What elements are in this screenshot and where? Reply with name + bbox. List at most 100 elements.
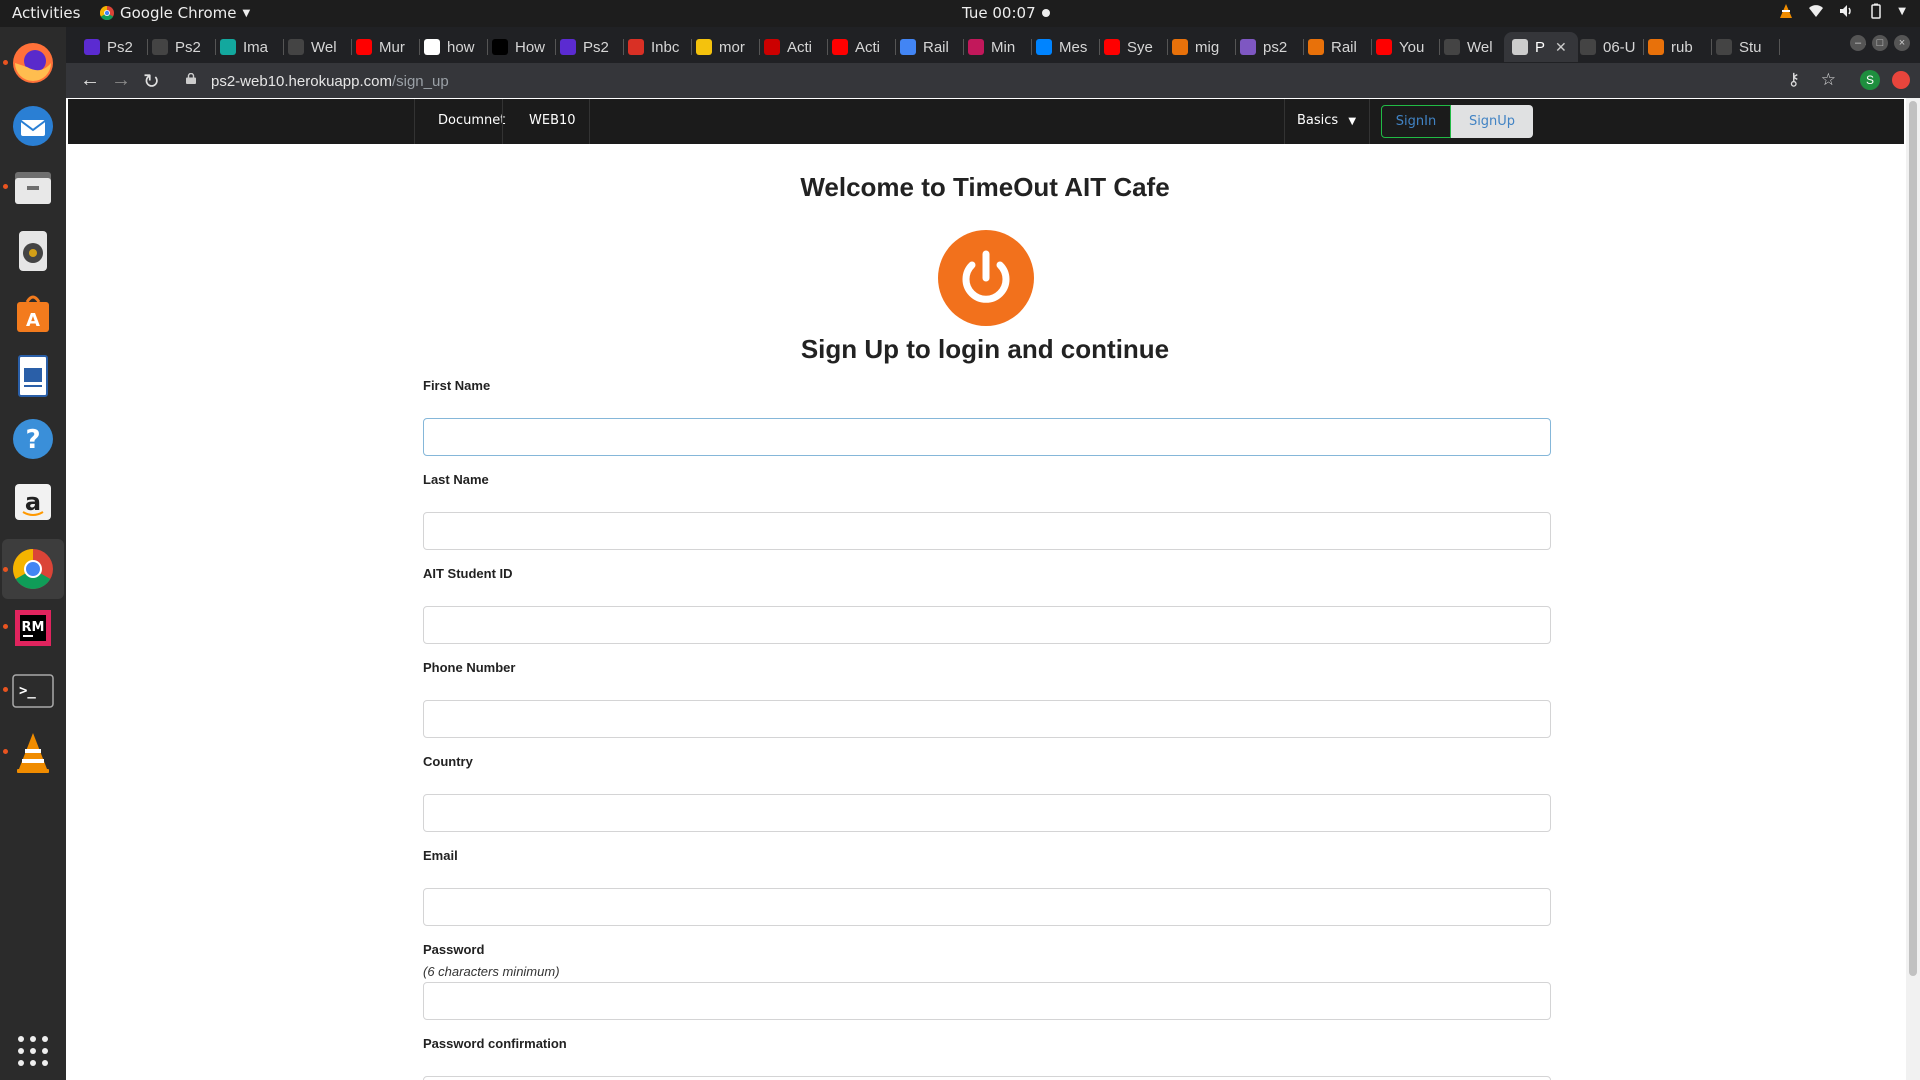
show-applications-icon[interactable]: [9, 1027, 57, 1075]
app-menu[interactable]: Google Chrome ▼: [100, 4, 250, 22]
nav-link-documnet[interactable]: Documnet: [438, 113, 505, 128]
browser-tab[interactable]: Rail: [892, 32, 964, 62]
writer-icon[interactable]: [9, 352, 57, 400]
minimize-icon[interactable]: –: [1850, 35, 1866, 51]
vlc-icon[interactable]: [9, 729, 57, 777]
browser-tab[interactable]: rub: [1640, 32, 1712, 62]
tab-label: mor: [719, 38, 745, 56]
basics-dropdown[interactable]: Basics ▼: [1297, 113, 1356, 128]
browser-tab[interactable]: Ps2: [144, 32, 216, 62]
dock: A ? a RM >_: [0, 27, 66, 1080]
browser-tab[interactable]: Sye: [1096, 32, 1168, 62]
browser-tab[interactable]: Wel: [280, 32, 352, 62]
signup-button[interactable]: SignUp: [1451, 105, 1533, 138]
system-tray[interactable]: ▼: [1778, 3, 1906, 19]
chrome-small-icon: [100, 6, 114, 20]
tab-label: rub: [1671, 38, 1693, 56]
vlc-tray-icon[interactable]: [1778, 3, 1794, 19]
forward-icon[interactable]: →: [111, 69, 131, 92]
last-name-input[interactable]: [423, 512, 1551, 550]
bookmark-star-icon[interactable]: ☆: [1821, 70, 1836, 90]
scrollbar-thumb[interactable]: [1909, 101, 1917, 976]
browser-tab[interactable]: Wel: [1436, 32, 1508, 62]
browser-tab[interactable]: how: [416, 32, 488, 62]
browser-tab[interactable]: Inbc: [620, 32, 692, 62]
files-icon[interactable]: [9, 164, 57, 212]
country-input[interactable]: [423, 794, 1551, 832]
close-window-icon[interactable]: ×: [1894, 35, 1910, 51]
tab-favicon-icon: [1648, 39, 1664, 55]
browser-tab[interactable]: Mur: [348, 32, 420, 62]
password-confirmation-input[interactable]: [423, 1076, 1551, 1080]
svg-text:?: ?: [25, 425, 40, 455]
page-scrollbar[interactable]: [1906, 98, 1920, 1080]
signin-button[interactable]: SignIn: [1381, 105, 1451, 138]
tab-favicon-icon: [968, 39, 984, 55]
chrome-icon[interactable]: [2, 539, 64, 599]
tab-label: P: [1535, 38, 1546, 56]
browser-tab[interactable]: Ima: [212, 32, 284, 62]
volume-icon[interactable]: [1838, 3, 1854, 19]
phone-number-input[interactable]: [423, 700, 1551, 738]
browser-tab[interactable]: mig: [1164, 32, 1236, 62]
browser-tab[interactable]: Acti: [756, 32, 828, 62]
tab-favicon-icon: [152, 39, 168, 55]
browser-tab[interactable]: 06-U: [1572, 32, 1644, 62]
terminal-icon[interactable]: >_: [9, 667, 57, 715]
extension-icon[interactable]: [1892, 71, 1910, 89]
nav-link-web10[interactable]: WEB10: [529, 113, 576, 128]
browser-tab[interactable]: Rail: [1300, 32, 1372, 62]
key-icon[interactable]: ⚷: [1788, 70, 1800, 90]
running-indicator: [3, 749, 8, 754]
url-text: ps2-web10.herokuapp.com/sign_up: [211, 73, 449, 90]
tab-favicon-icon: [356, 39, 372, 55]
profile-avatar[interactable]: S: [1860, 70, 1880, 90]
browser-tab[interactable]: Min: [960, 32, 1032, 62]
tab-label: Rail: [1331, 38, 1357, 56]
browser-tab[interactable]: Mes: [1028, 32, 1100, 62]
clock[interactable]: Tue 00:07: [962, 4, 1050, 22]
back-icon[interactable]: ←: [80, 69, 100, 92]
browser-tab[interactable]: ps2: [1232, 32, 1304, 62]
browser-tab[interactable]: Ps2: [552, 32, 624, 62]
tab-label: Acti: [855, 38, 881, 56]
browser-tab[interactable]: P ✕: [1504, 32, 1578, 62]
rhythmbox-icon[interactable]: [9, 227, 57, 275]
wifi-icon[interactable]: [1808, 3, 1824, 19]
browser-tab[interactable]: How: [484, 32, 556, 62]
tab-label: How: [515, 38, 546, 56]
password-input[interactable]: [423, 982, 1551, 1020]
firefox-icon[interactable]: [9, 39, 57, 87]
thunderbird-icon[interactable]: [9, 102, 57, 150]
student-id-input[interactable]: [423, 606, 1551, 644]
running-indicator: [3, 60, 8, 65]
running-indicator: [3, 567, 8, 572]
system-menu-caret-icon[interactable]: ▼: [1898, 6, 1906, 17]
battery-icon[interactable]: [1868, 3, 1884, 19]
tab-label: how: [447, 38, 475, 56]
browser-tab[interactable]: mor: [688, 32, 760, 62]
window-controls: – □ ×: [1850, 35, 1910, 51]
tab-close-icon[interactable]: ✕: [1555, 39, 1567, 56]
help-icon[interactable]: ?: [9, 415, 57, 463]
first-name-input[interactable]: [423, 418, 1551, 456]
email-input[interactable]: [423, 888, 1551, 926]
caret-down-icon: ▼: [242, 7, 251, 19]
tab-favicon-icon: [1444, 39, 1460, 55]
browser-tab[interactable]: Stu: [1708, 32, 1780, 62]
amazon-icon[interactable]: a: [9, 478, 57, 526]
password-label: Password: [423, 942, 485, 957]
tab-favicon-icon: [832, 39, 848, 55]
browser-tab[interactable]: You: [1368, 32, 1440, 62]
web-page: Documnet WEB10 Basics ▼ SignIn SignUp We…: [66, 98, 1920, 1080]
software-center-icon[interactable]: A: [9, 290, 57, 338]
rubymine-icon[interactable]: RM: [9, 604, 57, 652]
browser-tab[interactable]: Ps2: [76, 32, 148, 62]
tab-label: Mur: [379, 38, 405, 56]
reload-icon[interactable]: ↻: [143, 69, 160, 94]
activities-button[interactable]: Activities: [12, 4, 80, 22]
address-bar[interactable]: ps2-web10.herokuapp.com/sign_up: [176, 68, 1816, 94]
first-name-label: First Name: [423, 378, 491, 393]
browser-tab[interactable]: Acti: [824, 32, 896, 62]
maximize-icon[interactable]: □: [1872, 35, 1888, 51]
